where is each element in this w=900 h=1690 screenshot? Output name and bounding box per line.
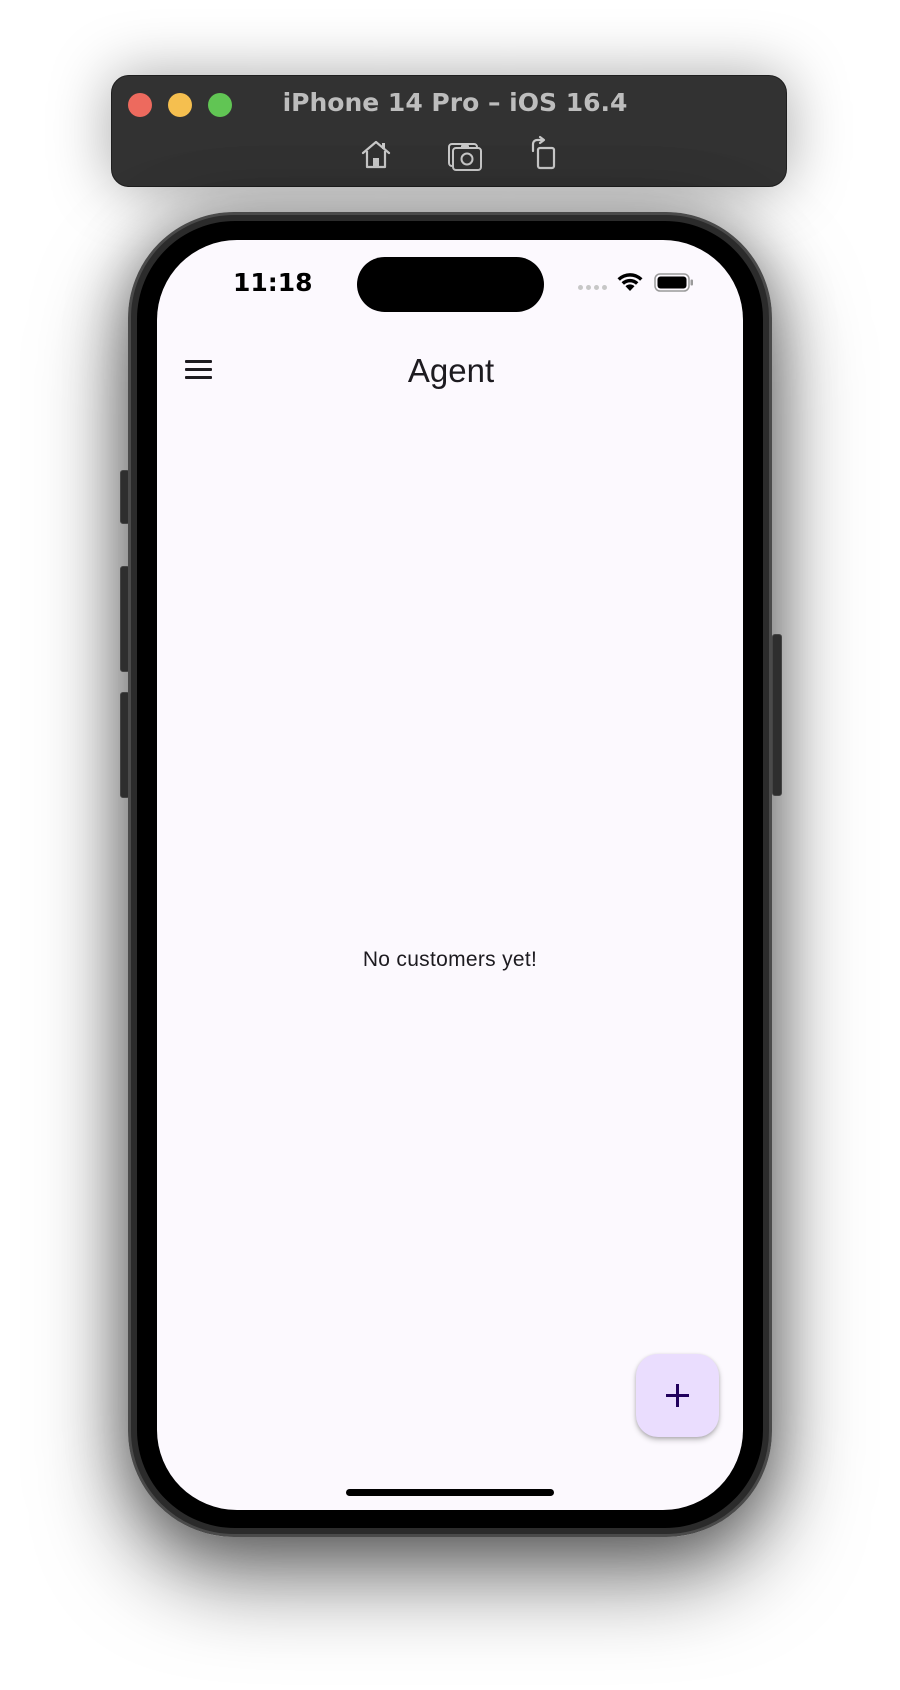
home-icon[interactable] <box>356 134 396 174</box>
dynamic-island <box>357 257 544 312</box>
simulator-toolbar: iPhone 14 Pro – iOS 16.4 <box>111 75 787 187</box>
cellular-signal-icon <box>578 285 608 290</box>
add-customer-button[interactable] <box>636 1354 719 1437</box>
status-time: 11:18 <box>233 268 313 297</box>
power-button <box>772 634 782 796</box>
home-indicator[interactable] <box>346 1489 554 1496</box>
empty-state-message: No customers yet! <box>362 948 538 971</box>
battery-icon <box>654 273 694 292</box>
simulator-stage: iPhone 14 Pro – iOS 16.4 11:18 Agent No … <box>0 0 900 1690</box>
phone-screen: 11:18 Agent No customers yet! <box>157 240 743 1510</box>
plus-icon <box>666 1384 689 1407</box>
wifi-icon <box>616 270 644 292</box>
page-title: Agent <box>407 352 495 389</box>
rotate-icon[interactable] <box>524 134 564 174</box>
simulator-title: iPhone 14 Pro – iOS 16.4 <box>282 88 628 117</box>
screenshot-icon[interactable] <box>444 134 484 174</box>
